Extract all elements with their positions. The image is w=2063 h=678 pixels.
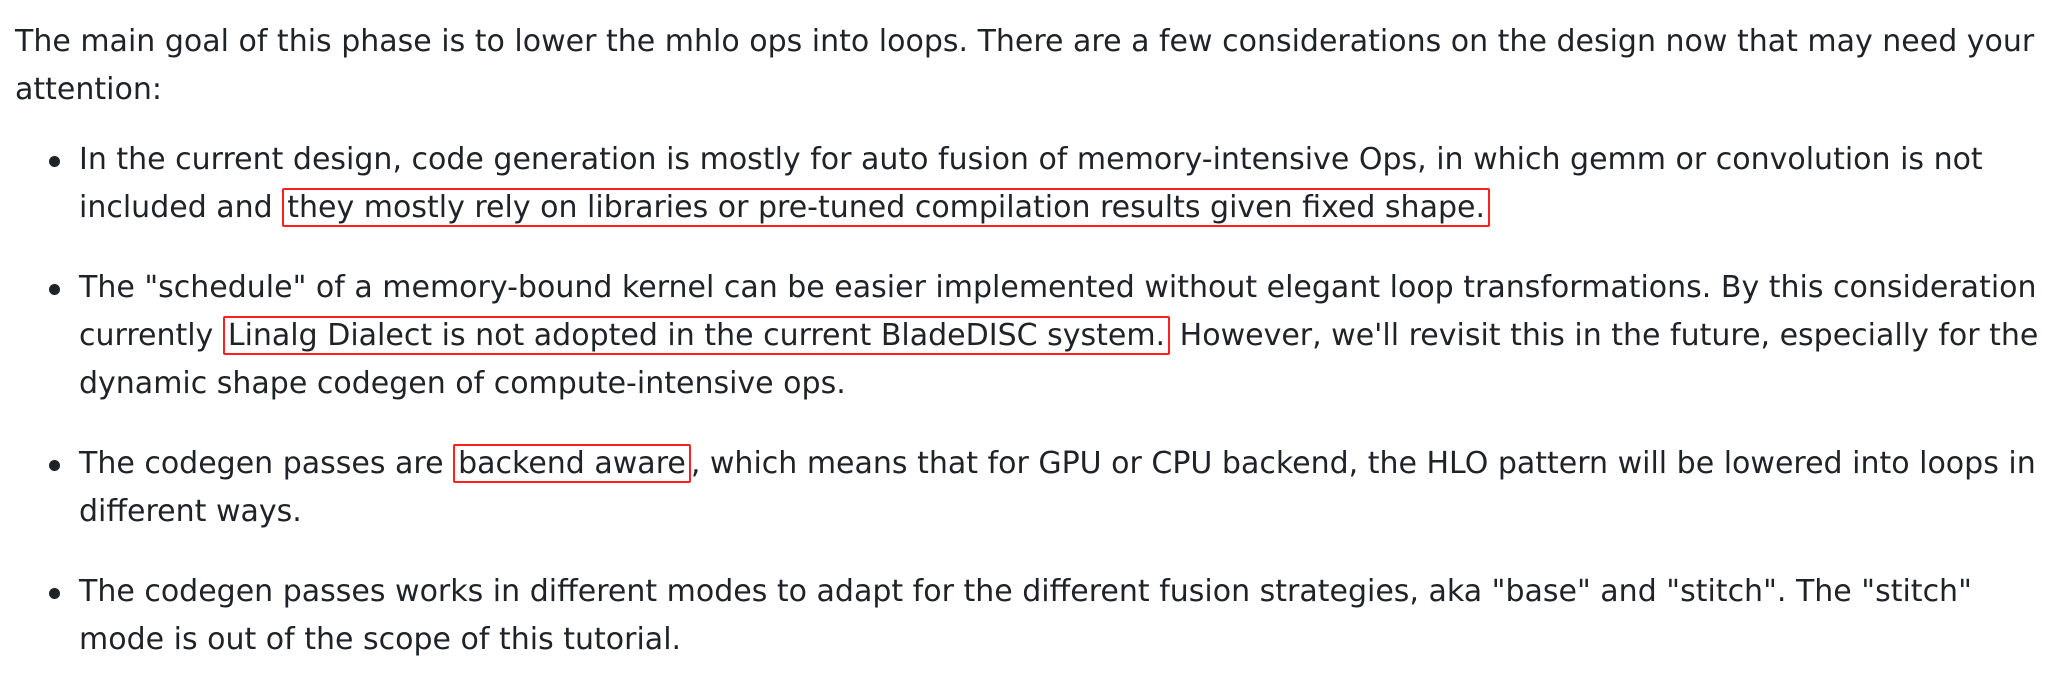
item-text: The codegen passes works in different mo… [79,574,1972,657]
list-item: The codegen passes works in different mo… [15,568,2041,664]
document-body: The main goal of this phase is to lower … [0,0,2063,678]
list-item: In the current design, code generation i… [15,136,2041,232]
highlight-box: backend aware [453,444,691,483]
consideration-list: In the current design, code generation i… [15,136,2041,664]
list-item: The codegen passes are backend aware, wh… [15,440,2041,536]
intro-paragraph: The main goal of this phase is to lower … [15,24,2035,107]
list-item: The "schedule" of a memory-bound kernel … [15,264,2041,408]
bullet-icon [49,284,60,295]
bullet-icon [49,460,60,471]
bullet-icon [49,156,60,167]
bullet-icon [49,588,60,599]
item-text: The codegen passes are [79,446,444,481]
highlight-box: they mostly rely on libraries or pre-tun… [282,188,1490,227]
highlight-box: Linalg Dialect is not adopted in the cur… [222,316,1171,355]
